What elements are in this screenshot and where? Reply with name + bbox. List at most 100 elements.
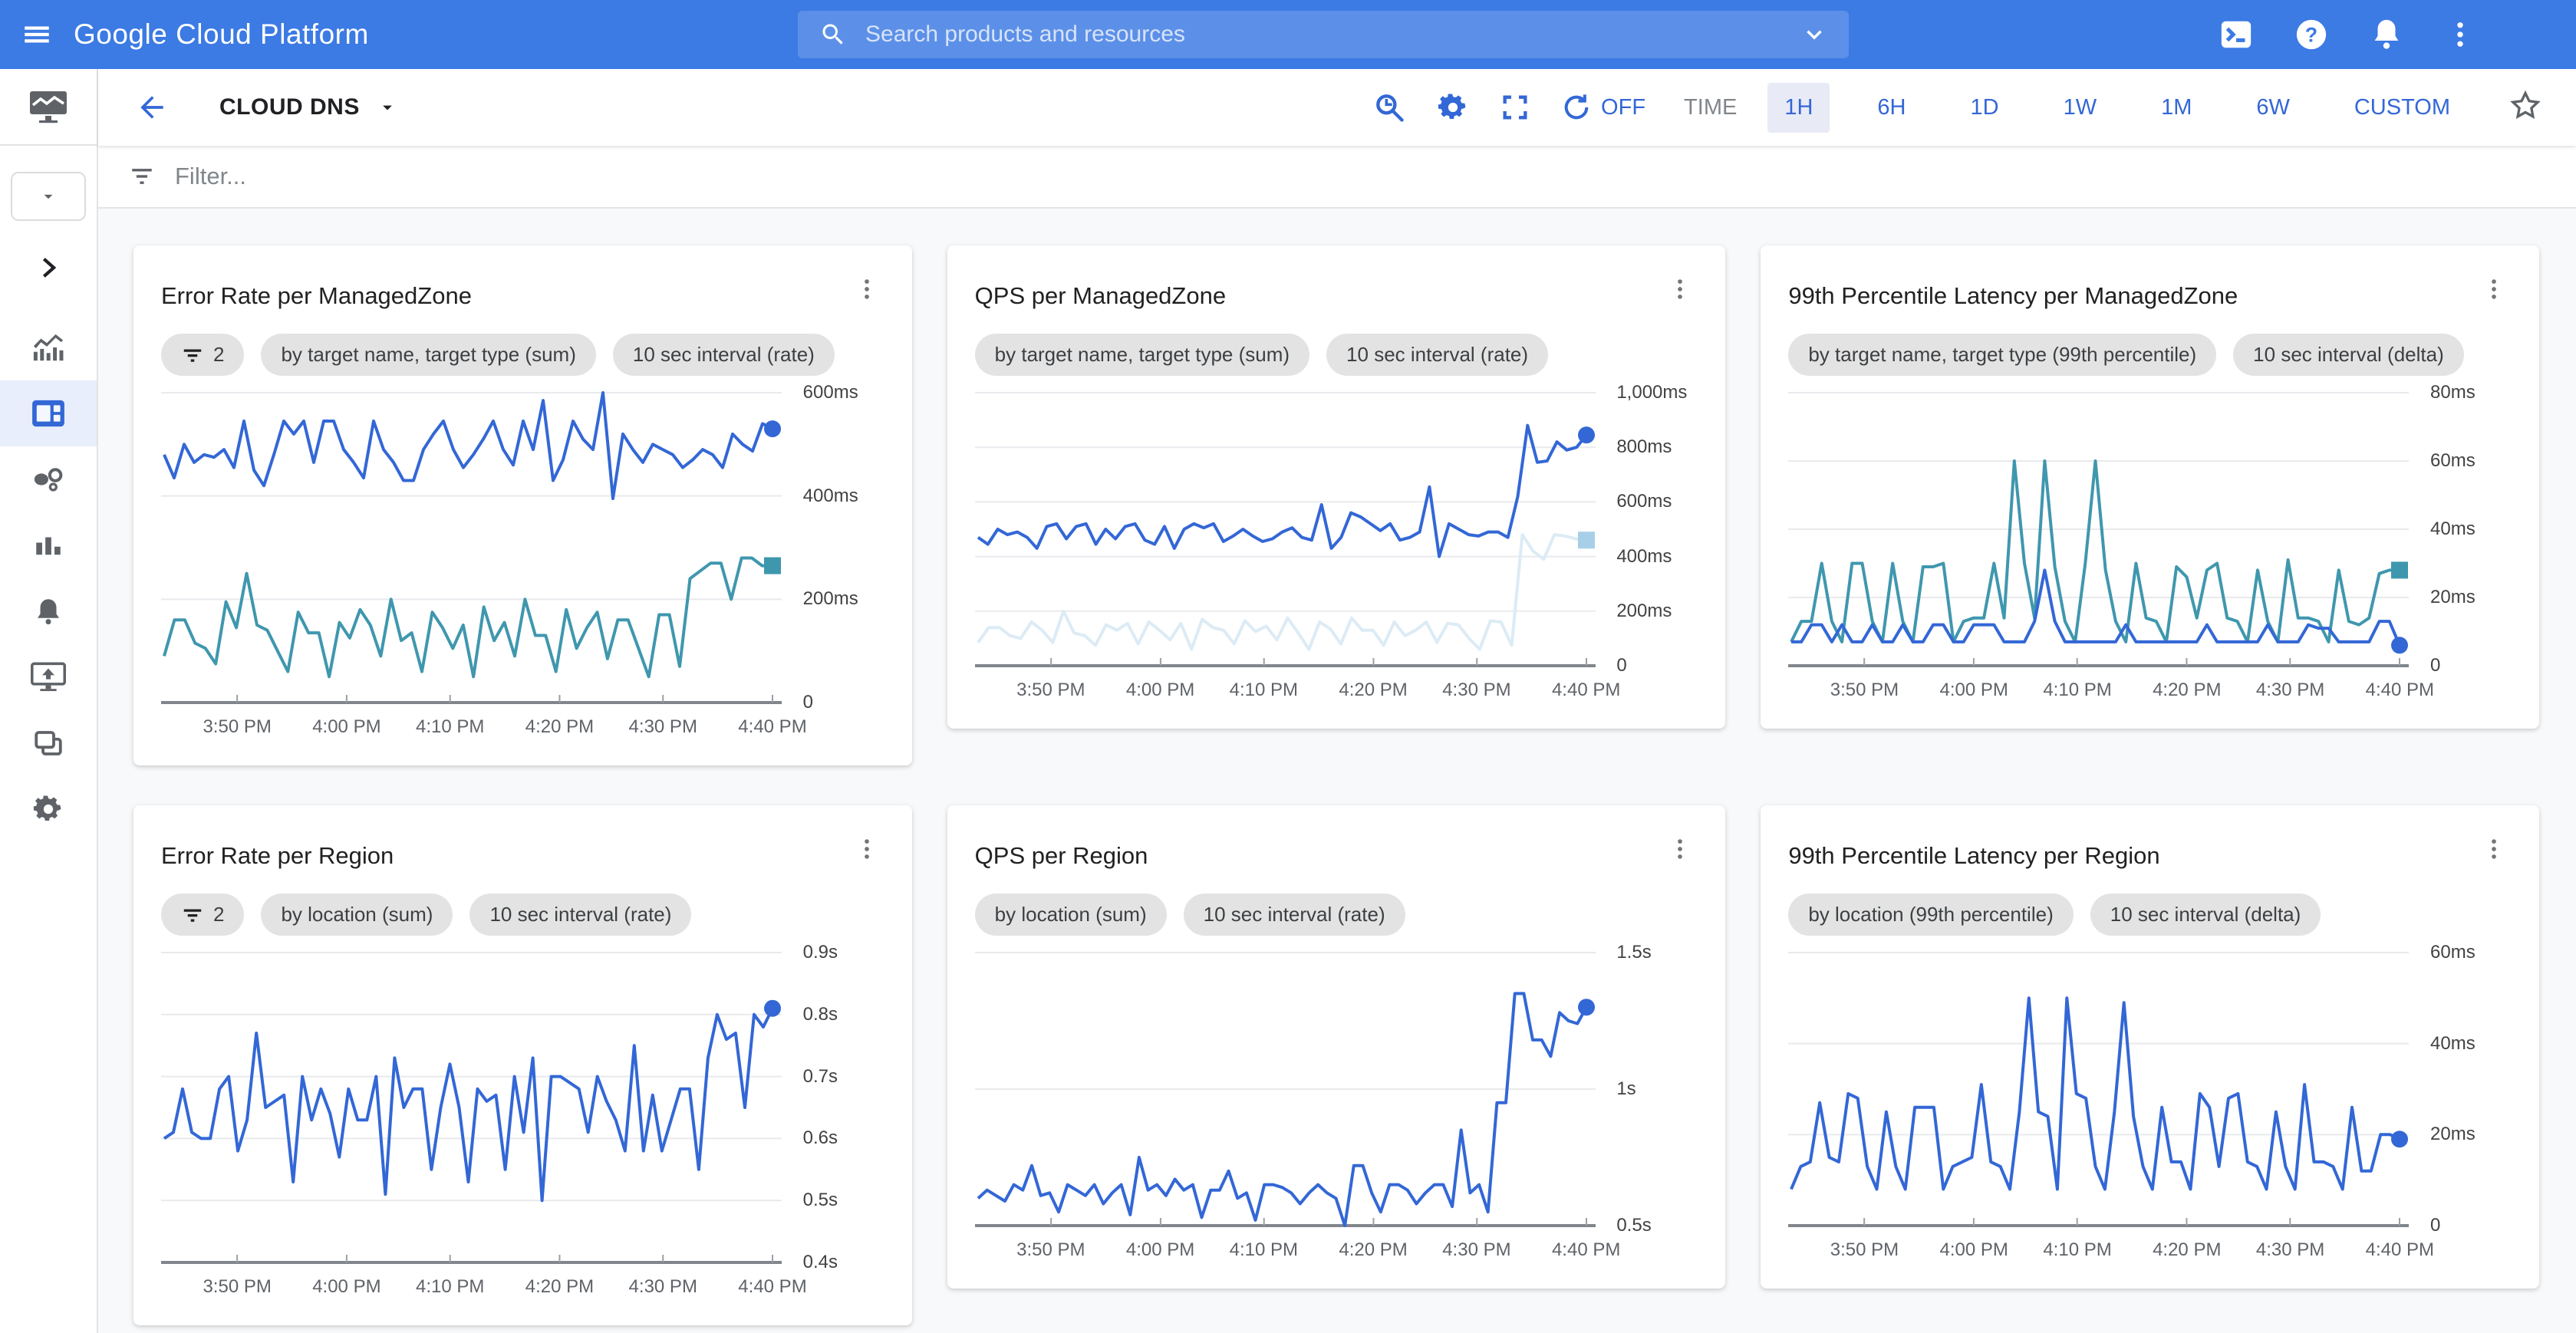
project-picker-dropdown[interactable]	[11, 172, 86, 221]
settings-gear-icon[interactable]	[1437, 91, 1469, 123]
chart-title: 99th Percentile Latency per ManagedZone	[1788, 268, 2238, 310]
y-axis-labels: 1,000ms800ms600ms400ms200ms0	[1599, 387, 1698, 709]
x-tick-label: 4:00 PM	[312, 716, 380, 738]
chart-chips: by location (sum)10 sec interval (rate)	[975, 894, 1698, 936]
auto-refresh-toggle[interactable]: OFF	[1561, 92, 1645, 123]
sidebar-item-services[interactable]	[0, 446, 97, 512]
dashboard-toolbar: CLOUD DNS OFF TIME	[98, 69, 2576, 146]
caret-down-icon[interactable]	[377, 97, 398, 118]
chart-plot[interactable]	[1788, 946, 2413, 1229]
y-tick-label: 600ms	[1616, 491, 1672, 512]
y-tick-label: 0.8s	[803, 1004, 838, 1025]
x-tick-label: 4:30 PM	[2256, 1239, 2324, 1261]
top-header: Google Cloud Platform Search products an…	[0, 0, 2576, 69]
y-tick-label: 0.9s	[803, 942, 838, 963]
sidebar-item-groups[interactable]	[0, 710, 97, 776]
chart-card-qps-region: QPS per Region by location (sum)10 sec i…	[947, 805, 1726, 1289]
chart-chips: by target name, target type (sum) 10 sec …	[975, 334, 1698, 376]
expand-panel-icon[interactable]	[0, 235, 97, 301]
auto-refresh-state: OFF	[1601, 95, 1645, 120]
x-tick-label: 4:10 PM	[1230, 680, 1298, 701]
y-tick-label: 600ms	[803, 382, 858, 403]
x-tick-label: 4:00 PM	[1126, 1239, 1194, 1261]
chart-title: QPS per Region	[975, 828, 1148, 870]
chart-chip: by target name, target type (sum)	[975, 334, 1309, 376]
x-tick-label: 3:50 PM	[1830, 680, 1899, 701]
star-icon[interactable]	[2508, 89, 2542, 127]
y-tick-label: 0.5s	[1616, 1215, 1651, 1236]
chart-plot[interactable]	[975, 387, 1600, 669]
y-tick-label: 400ms	[1616, 546, 1672, 568]
more-vertical-icon[interactable]	[2476, 268, 2512, 314]
search-input[interactable]: Search products and resources	[798, 11, 1849, 58]
x-tick-label: 3:50 PM	[203, 716, 271, 738]
chart-chip: by location (99th percentile)	[1788, 894, 2073, 936]
more-vertical-icon[interactable]	[849, 828, 884, 874]
y-axis-labels: 0.9s0.8s0.7s0.6s0.5s0.4s	[786, 946, 884, 1305]
x-axis-labels: 3:50 PM4:00 PM4:10 PM4:20 PM4:30 PM4:40 …	[161, 1266, 786, 1305]
chart-plot[interactable]	[975, 946, 1600, 1229]
more-vertical-icon[interactable]	[849, 268, 884, 314]
sidebar-item-alerting[interactable]	[0, 578, 97, 644]
fullscreen-icon[interactable]	[1500, 92, 1530, 123]
y-axis-labels: 60ms40ms20ms0	[2413, 946, 2512, 1269]
back-arrow-icon[interactable]	[135, 91, 169, 124]
dashboard-icon	[31, 399, 66, 428]
chart-plot[interactable]	[1788, 387, 2413, 669]
zoom-reset-icon[interactable]	[1372, 91, 1406, 124]
menu-icon[interactable]	[0, 18, 74, 51]
dashboard-content: Error Rate per ManagedZone 2by target na…	[98, 209, 2576, 1333]
time-range-1h[interactable]: 1H	[1767, 83, 1830, 133]
chart-plot[interactable]	[161, 946, 786, 1266]
y-tick-label: 0	[2430, 1215, 2440, 1236]
chart-card-qps-managedzone: QPS per ManagedZone by target name, targ…	[947, 245, 1726, 729]
product-logo[interactable]: Google Cloud Platform	[74, 18, 369, 51]
chart-chips: by location (99th percentile)10 sec inte…	[1788, 894, 2512, 936]
time-range-1m[interactable]: 1M	[2144, 83, 2209, 133]
sidebar-item-metrics-explorer[interactable]	[0, 314, 97, 380]
caret-down-icon	[38, 186, 58, 206]
chart-chip: 10 sec interval (rate)	[1326, 334, 1548, 376]
sidebar-item-reports[interactable]	[0, 512, 97, 578]
time-range-1w[interactable]: 1W	[2047, 83, 2114, 133]
time-range-6h[interactable]: 6H	[1860, 83, 1922, 133]
y-tick-label: 0.5s	[803, 1190, 838, 1211]
bar-chart-icon	[32, 531, 64, 560]
x-tick-label: 4:00 PM	[1940, 680, 2008, 701]
svg-text:?: ?	[2305, 24, 2317, 47]
chart-chip: 2	[161, 894, 244, 936]
dashboard-title[interactable]: CLOUD DNS	[219, 94, 360, 120]
time-range-1d[interactable]: 1D	[1953, 83, 2015, 133]
sidebar-item-uptime-checks[interactable]	[0, 644, 97, 710]
x-tick-label: 4:30 PM	[629, 1276, 697, 1298]
filter-input[interactable]	[175, 163, 2545, 190]
chevron-down-icon[interactable]	[1801, 21, 1827, 48]
refresh-icon	[1561, 92, 1592, 123]
filter-icon	[129, 163, 155, 189]
y-axis-labels: 1.5s1s0.5s	[1599, 946, 1698, 1269]
search-icon	[819, 21, 847, 48]
chart-card-error-rate-managedzone: Error Rate per ManagedZone 2by target na…	[133, 245, 912, 765]
x-axis-labels: 3:50 PM4:00 PM4:10 PM4:20 PM4:30 PM4:40 …	[975, 669, 1600, 709]
notifications-icon[interactable]	[2369, 17, 2404, 52]
x-tick-label: 3:50 PM	[1016, 1239, 1085, 1261]
time-range-custom[interactable]: CUSTOM	[2337, 83, 2467, 133]
more-vertical-icon[interactable]	[1662, 268, 1698, 314]
more-vertical-icon[interactable]	[1662, 828, 1698, 874]
chart-title: Error Rate per Region	[161, 828, 394, 870]
chart-card-latency-region: 99th Percentile Latency per Region by lo…	[1761, 805, 2539, 1289]
more-vertical-icon[interactable]	[2444, 18, 2476, 51]
gear-icon	[32, 793, 64, 825]
monitoring-logo-icon	[0, 69, 97, 146]
sidebar-item-dashboards[interactable]	[0, 380, 97, 446]
chart-plot[interactable]	[161, 387, 786, 706]
more-vertical-icon[interactable]	[2476, 828, 2512, 874]
cloud-shell-icon[interactable]	[2219, 17, 2254, 52]
time-range-6w[interactable]: 6W	[2239, 83, 2307, 133]
search-placeholder: Search products and resources	[865, 21, 1783, 48]
help-icon[interactable]: ?	[2294, 17, 2329, 52]
sidebar-item-settings[interactable]	[0, 776, 97, 842]
y-tick-label: 400ms	[803, 485, 858, 507]
y-tick-label: 80ms	[2430, 382, 2476, 403]
x-tick-label: 3:50 PM	[1016, 680, 1085, 701]
